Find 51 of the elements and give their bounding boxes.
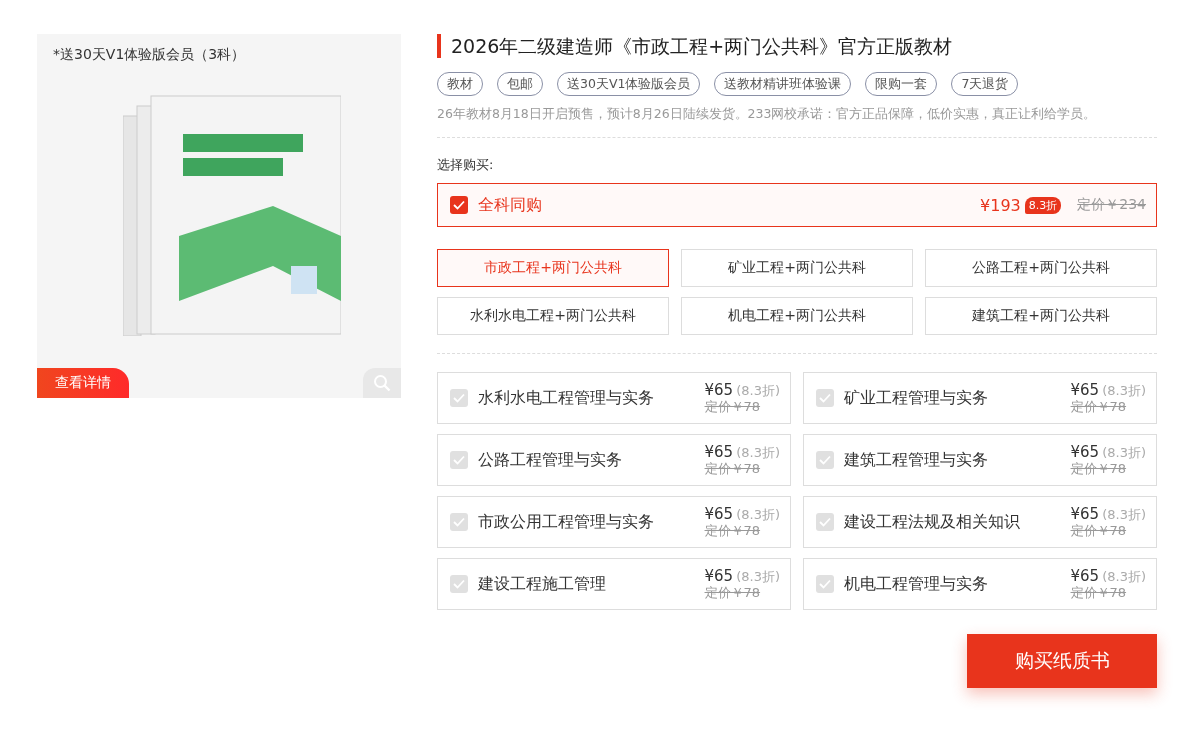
list-price: 定价￥78 <box>704 584 761 601</box>
book-price: ¥65 (8.3折) <box>1070 505 1146 523</box>
check-icon <box>819 579 831 589</box>
image-caption: *送30天V1体验版会员（3科） <box>53 46 246 64</box>
list-price: 定价￥78 <box>704 398 761 415</box>
subject-option[interactable]: 矿业工程+两门公共科 <box>681 249 913 287</box>
subject-option[interactable]: 建筑工程+两门公共科 <box>925 297 1157 335</box>
book-name: 建设工程法规及相关知识 <box>844 511 1021 533</box>
choose-label: 选择购买: <box>437 156 495 174</box>
list-price: 定价￥78 <box>704 460 761 477</box>
product-title: 2026年二级建造师《市政工程+两门公共科》官方正版教材 <box>437 34 1157 58</box>
book-price: ¥65 (8.3折) <box>1070 381 1146 399</box>
subject-option[interactable]: 机电工程+两门公共科 <box>681 297 913 335</box>
list-price: 定价￥78 <box>1070 522 1127 539</box>
bundle-price: ¥193 <box>980 195 1021 215</box>
check-icon <box>819 393 831 403</box>
book-price: ¥65 (8.3折) <box>704 567 780 585</box>
book-price: ¥65 (8.3折) <box>1070 443 1146 461</box>
check-icon <box>453 455 465 465</box>
book-name: 公路工程管理与实务 <box>478 449 623 471</box>
book-price: ¥65 (8.3折) <box>1070 567 1146 585</box>
subject-option[interactable]: 市政工程+两门公共科 <box>437 249 669 287</box>
book-price: ¥65 (8.3折) <box>704 505 780 523</box>
check-icon <box>453 393 465 403</box>
shipping-notice: 26年教材8月18日开启预售，预计8月26日陆续发货。233网校承诺：官方正品保障，低价实惠，真正让利给学员。 <box>437 106 1157 138</box>
bundle-label: 全科同购 <box>478 194 543 216</box>
list-price: 定价￥78 <box>1070 460 1127 477</box>
check-icon <box>819 455 831 465</box>
check-icon <box>453 517 465 527</box>
list-price: 定价￥78 <box>704 522 761 539</box>
book-name: 矿业工程管理与实务 <box>844 387 989 409</box>
check-icon <box>453 579 465 589</box>
book-name: 建筑工程管理与实务 <box>844 449 989 471</box>
subject-option[interactable]: 公路工程+两门公共科 <box>925 249 1157 287</box>
view-details-button[interactable]: 查看详情 <box>37 368 129 398</box>
list-price: 定价￥234 <box>1077 196 1146 214</box>
book-price: ¥65 (8.3折) <box>704 443 780 461</box>
check-icon <box>819 517 831 527</box>
buy-paper-book-button[interactable]: 购买纸质书 <box>967 634 1157 688</box>
book-price: ¥65 (8.3折) <box>704 381 780 399</box>
checkbox[interactable] <box>450 196 468 214</box>
book-name: 水利水电工程管理与实务 <box>478 387 655 409</box>
subject-option[interactable]: 水利水电工程+两门公共科 <box>437 297 669 335</box>
book-name: 机电工程管理与实务 <box>844 573 989 595</box>
bundle-option[interactable]: 全科同购 ¥193 8.3折 定价￥234 <box>437 183 1157 227</box>
book-name: 建设工程施工管理 <box>478 573 607 595</box>
list-price: 定价￥78 <box>1070 398 1127 415</box>
discount-badge: 8.3折 <box>1024 196 1062 214</box>
list-price: 定价￥78 <box>1070 584 1127 601</box>
book-name: 市政公用工程管理与实务 <box>478 511 655 533</box>
check-icon <box>453 200 465 210</box>
